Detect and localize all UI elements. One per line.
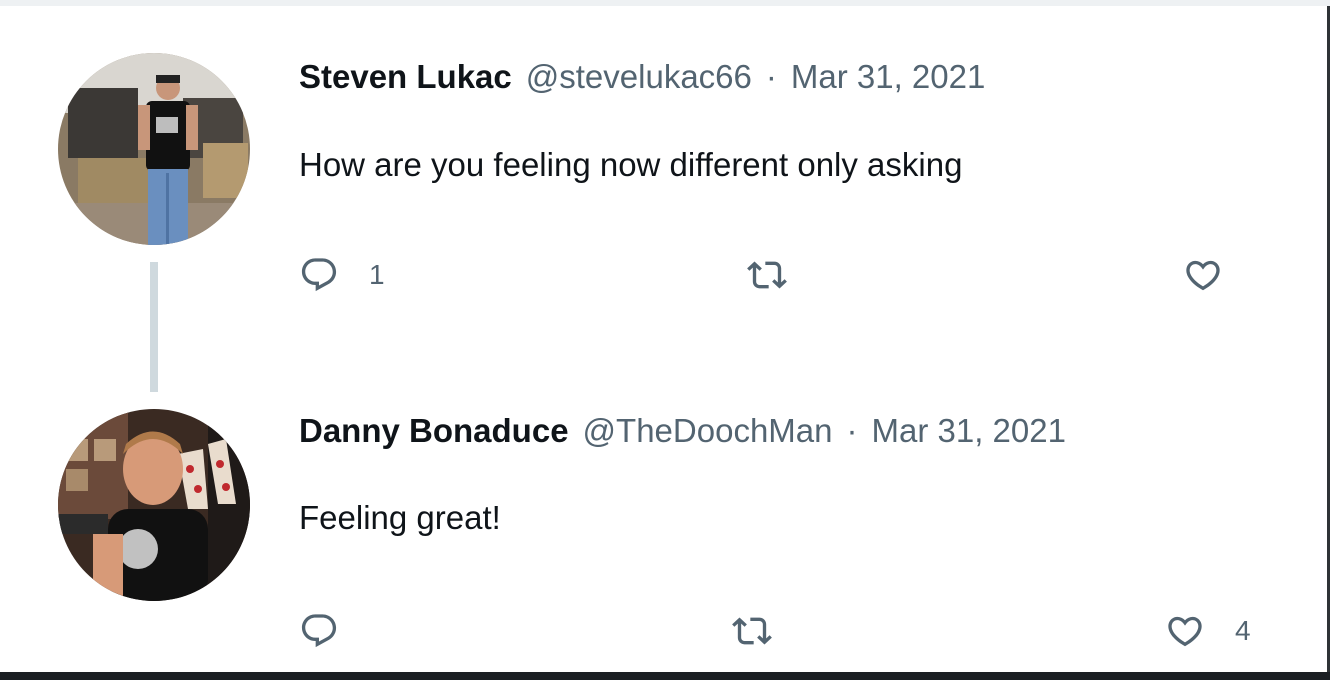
tweet-header: Steven Lukac @stevelukac66 · Mar 31, 2021 bbox=[299, 55, 985, 99]
reply-button[interactable]: 1 bbox=[299, 255, 385, 295]
retweet-button[interactable] bbox=[732, 611, 802, 651]
user-handle[interactable]: @TheDoochMan bbox=[583, 412, 833, 449]
retweet-button[interactable] bbox=[747, 255, 817, 295]
tweet[interactable]: Steven Lukac @stevelukac66 · Mar 31, 2021 H… bbox=[0, 0, 1327, 395]
reply-icon bbox=[301, 614, 337, 648]
avatar-photo bbox=[58, 409, 250, 601]
tweet-text: How are you feeling now different only a… bbox=[299, 146, 963, 183]
heart-icon bbox=[1168, 616, 1202, 647]
like-button[interactable]: 4 bbox=[1165, 611, 1251, 651]
reply-button[interactable] bbox=[299, 611, 369, 651]
tweet-header: Danny Bonaduce @TheDoochMan · Mar 31, 2021 bbox=[299, 409, 1066, 453]
separator-dot: · bbox=[846, 412, 858, 449]
thread-connector-line bbox=[150, 262, 158, 392]
avatar-photo bbox=[58, 53, 250, 245]
tweet-text: Feeling great! bbox=[299, 499, 501, 536]
heart-icon bbox=[1186, 260, 1220, 291]
reply-icon bbox=[301, 258, 337, 292]
bottom-edge-border bbox=[0, 672, 1330, 680]
like-count: 4 bbox=[1235, 615, 1251, 646]
separator-dot: · bbox=[765, 58, 777, 95]
display-name[interactable]: Steven Lukac bbox=[299, 58, 512, 95]
retweet-icon bbox=[732, 617, 772, 645]
tweet-date[interactable]: Mar 31, 2021 bbox=[791, 58, 985, 95]
avatar[interactable] bbox=[58, 409, 250, 601]
tweet[interactable]: Danny Bonaduce @TheDoochMan · Mar 31, 2021 … bbox=[0, 395, 1327, 672]
user-handle[interactable]: @stevelukac66 bbox=[526, 58, 752, 95]
like-button[interactable] bbox=[1183, 255, 1253, 295]
avatar[interactable] bbox=[58, 53, 250, 245]
display-name[interactable]: Danny Bonaduce bbox=[299, 412, 569, 449]
tweet-date[interactable]: Mar 31, 2021 bbox=[872, 412, 1066, 449]
reply-count: 1 bbox=[369, 259, 385, 290]
tweet-thread: Steven Lukac @stevelukac66 · Mar 31, 2021 H… bbox=[0, 0, 1330, 680]
retweet-icon bbox=[747, 261, 787, 289]
